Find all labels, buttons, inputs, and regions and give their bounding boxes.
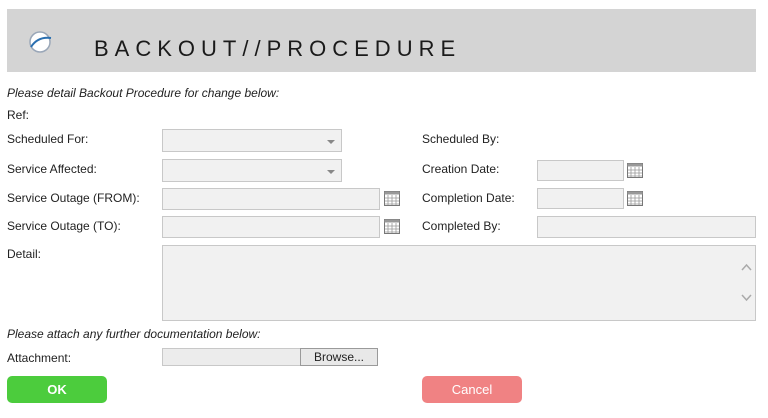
scheduled-for-select[interactable] xyxy=(162,129,342,152)
calendar-icon[interactable] xyxy=(384,218,400,234)
completion-date-input[interactable] xyxy=(537,188,624,209)
browse-button[interactable]: Browse... xyxy=(300,348,378,366)
ok-button[interactable]: OK xyxy=(7,376,107,403)
completed-by-label: Completed By: xyxy=(422,219,501,233)
completed-by-input[interactable] xyxy=(537,216,756,238)
page-title: BACKOUT//PROCEDURE xyxy=(94,36,462,61)
scrollbar[interactable] xyxy=(738,246,755,320)
attach-note: Please attach any further documentation … xyxy=(7,327,261,341)
intro-note: Please detail Backout Procedure for chan… xyxy=(7,86,280,100)
attachment-label: Attachment: xyxy=(7,351,72,365)
scheduled-by-label: Scheduled By: xyxy=(422,132,500,146)
attachment-file-input[interactable] xyxy=(162,348,302,366)
detail-label: Detail: xyxy=(7,247,42,261)
chevron-up-icon[interactable] xyxy=(741,263,752,271)
completion-date-label: Completion Date: xyxy=(422,191,515,205)
service-outage-from-label: Service Outage (FROM): xyxy=(7,191,140,205)
chevron-down-icon[interactable] xyxy=(741,294,752,302)
page-header: BACKOUT//PROCEDURE xyxy=(7,9,756,72)
calendar-icon[interactable] xyxy=(627,190,643,206)
service-affected-select[interactable] xyxy=(162,159,342,182)
service-outage-from-input[interactable] xyxy=(162,188,380,210)
chevron-down-icon xyxy=(327,170,335,174)
service-outage-to-label: Service Outage (TO): xyxy=(7,219,121,233)
swoosh-logo-icon xyxy=(29,31,52,53)
detail-textarea[interactable] xyxy=(162,245,756,321)
ref-label: Ref: xyxy=(7,108,30,122)
creation-date-label: Creation Date: xyxy=(422,162,500,176)
chevron-down-icon xyxy=(327,140,335,144)
calendar-icon[interactable] xyxy=(384,190,400,206)
creation-date-input[interactable] xyxy=(537,160,624,181)
scheduled-for-label: Scheduled For: xyxy=(7,132,89,146)
cancel-button[interactable]: Cancel xyxy=(422,376,522,403)
service-outage-to-input[interactable] xyxy=(162,216,380,238)
calendar-icon[interactable] xyxy=(627,162,643,178)
service-affected-label: Service Affected: xyxy=(7,162,97,176)
